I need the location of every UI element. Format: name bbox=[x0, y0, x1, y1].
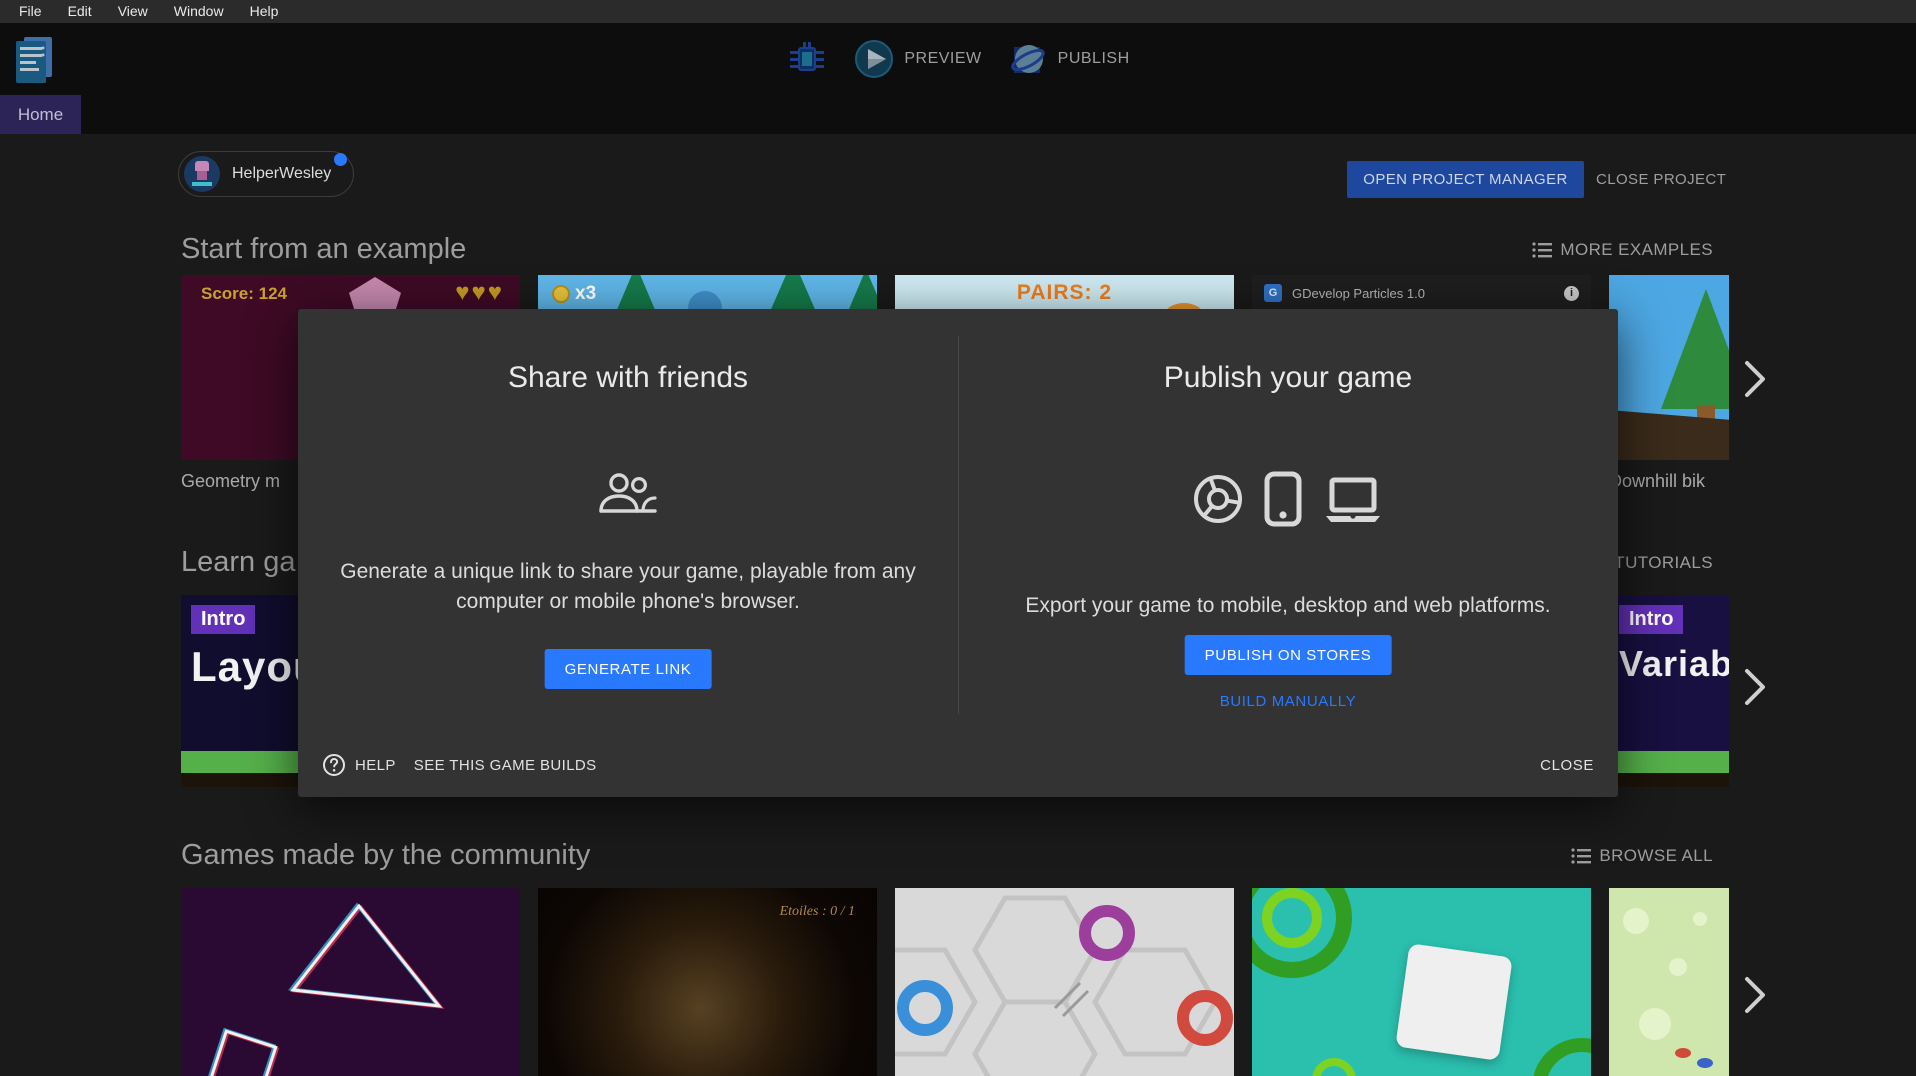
examples-section-header: Start from an example MORE EXAMPLES bbox=[181, 233, 1713, 266]
info-icon: i bbox=[1564, 286, 1579, 301]
menu-window[interactable]: Window bbox=[161, 0, 237, 23]
play-circle-icon bbox=[854, 39, 894, 79]
white-square bbox=[1395, 943, 1512, 1060]
close-project-button[interactable]: CLOSE PROJECT bbox=[1596, 161, 1726, 198]
menu-help[interactable]: Help bbox=[237, 0, 292, 23]
menu-file[interactable]: File bbox=[6, 0, 55, 23]
see-builds-button[interactable]: SEE THIS GAME BUILDS bbox=[414, 757, 597, 774]
community-card-etoiles[interactable]: Etoiles : 0 / 1 bbox=[538, 888, 877, 1076]
learn-title: Learn ga bbox=[181, 546, 296, 579]
share-dialog: Share with friends Generate a unique lin… bbox=[298, 309, 1618, 797]
preview-label: PREVIEW bbox=[904, 50, 981, 68]
toolbar-center-group: PREVIEW PUBLISH bbox=[0, 23, 1916, 95]
ground-strip bbox=[1609, 773, 1729, 787]
gdevelop-window: File Edit View Window Help bbox=[0, 0, 1916, 1076]
community-card-row: Etoiles : 0 / 1 bbox=[181, 888, 1729, 1076]
menu-view[interactable]: View bbox=[105, 0, 161, 23]
publish-title: Publish your game bbox=[958, 361, 1618, 395]
publish-globe-icon bbox=[1008, 39, 1048, 79]
help-icon bbox=[322, 753, 346, 777]
publish-column: Publish your game bbox=[958, 309, 1618, 729]
more-examples-button[interactable]: MORE EXAMPLES bbox=[1532, 240, 1713, 260]
share-column: Share with friends Generate a unique lin… bbox=[298, 309, 958, 729]
more-examples-label: MORE EXAMPLES bbox=[1560, 240, 1713, 260]
pairs-hud: PAIRS: 2 bbox=[895, 281, 1234, 305]
community-card-hexagons[interactable] bbox=[895, 888, 1234, 1076]
community-card-bubbles[interactable] bbox=[1609, 888, 1729, 1076]
debug-icon[interactable] bbox=[786, 38, 828, 80]
dialog-footer: HELP SEE THIS GAME BUILDS CLOSE bbox=[322, 749, 1594, 781]
hearts-hud: ♥♥♥ bbox=[455, 279, 504, 307]
username-label: HelperWesley bbox=[232, 165, 331, 183]
chrome-icon bbox=[1192, 473, 1244, 525]
learn-card-variables[interactable]: Intro Variab +1 bbox=[1609, 595, 1729, 787]
community-card-neon[interactable] bbox=[181, 888, 520, 1076]
menu-edit[interactable]: Edit bbox=[55, 0, 105, 23]
green-ring bbox=[1532, 1038, 1591, 1076]
help-button[interactable]: HELP bbox=[322, 753, 396, 777]
tree-shape bbox=[1661, 289, 1729, 409]
community-next-arrow[interactable] bbox=[1738, 973, 1772, 1017]
publish-label: PUBLISH bbox=[1058, 50, 1130, 68]
community-section-header: Games made by the community BROWSE ALL bbox=[181, 839, 1713, 872]
browser-bar: G GDevelop Particles 1.0 i bbox=[1252, 275, 1591, 311]
user-chip[interactable]: HelperWesley bbox=[178, 151, 354, 197]
intro-tag: Intro bbox=[191, 605, 255, 634]
neon-shapes bbox=[181, 888, 520, 1076]
blue-fish bbox=[1697, 1058, 1713, 1068]
build-manually-link[interactable]: BUILD MANUALLY bbox=[958, 693, 1618, 710]
people-icon bbox=[597, 471, 659, 517]
intro-tag: Intro bbox=[1619, 605, 1683, 634]
notification-dot bbox=[334, 153, 347, 166]
caption-downhill: Downhill bik bbox=[1609, 471, 1705, 492]
coin-icon bbox=[552, 285, 570, 303]
particles-title: GDevelop Particles 1.0 bbox=[1292, 286, 1554, 301]
publish-on-stores-button[interactable]: PUBLISH ON STORES bbox=[1185, 635, 1392, 675]
avatar bbox=[184, 156, 220, 192]
coin-hud: x3 bbox=[552, 283, 596, 305]
lime-ring bbox=[1312, 1058, 1356, 1076]
publish-button[interactable]: PUBLISH bbox=[1008, 39, 1130, 79]
tutorials-button[interactable]: TUTORIALS bbox=[1614, 553, 1713, 573]
main-toolbar: PREVIEW PUBLISH bbox=[0, 23, 1916, 95]
browse-all-button[interactable]: BROWSE ALL bbox=[1571, 846, 1713, 866]
community-title: Games made by the community bbox=[181, 839, 590, 872]
list-icon bbox=[1571, 848, 1591, 864]
examples-title: Start from an example bbox=[181, 233, 466, 266]
coin-count: x3 bbox=[575, 283, 596, 305]
publish-description: Export your game to mobile, desktop and … bbox=[973, 591, 1603, 621]
laptop-icon bbox=[1322, 474, 1384, 524]
variables-word: Variab bbox=[1619, 643, 1729, 685]
red-fish bbox=[1675, 1048, 1691, 1058]
preview-button[interactable]: PREVIEW bbox=[854, 39, 981, 79]
learn-next-arrow[interactable] bbox=[1738, 665, 1772, 709]
menu-bar: File Edit View Window Help bbox=[0, 0, 1916, 23]
open-project-manager-button[interactable]: OPEN PROJECT MANAGER bbox=[1347, 161, 1584, 198]
score-hud: Score: 124 bbox=[201, 284, 287, 304]
smartphone-icon bbox=[1264, 471, 1302, 527]
see-builds-label: SEE THIS GAME BUILDS bbox=[414, 757, 597, 774]
generate-link-button[interactable]: GENERATE LINK bbox=[545, 649, 712, 689]
lime-ring bbox=[1262, 888, 1322, 948]
tutorials-label: TUTORIALS bbox=[1614, 553, 1713, 573]
hexagon-pattern bbox=[895, 888, 1234, 1076]
community-card-rings[interactable] bbox=[1252, 888, 1591, 1076]
stars-hud: Etoiles : 0 / 1 bbox=[780, 904, 855, 920]
tab-bar: Home bbox=[0, 95, 1916, 134]
share-description: Generate a unique link to share your gam… bbox=[313, 557, 943, 618]
list-icon bbox=[1532, 242, 1552, 258]
examples-next-arrow[interactable] bbox=[1738, 357, 1772, 401]
share-title: Share with friends bbox=[298, 361, 958, 395]
help-label: HELP bbox=[355, 757, 396, 774]
close-dialog-button[interactable]: CLOSE bbox=[1540, 757, 1594, 774]
gdevelop-logo-icon: G bbox=[1264, 284, 1282, 302]
tab-home[interactable]: Home bbox=[0, 95, 81, 134]
example-card-downhill[interactable] bbox=[1609, 275, 1729, 460]
caption-geometry: Geometry m bbox=[181, 471, 280, 492]
browse-all-label: BROWSE ALL bbox=[1599, 846, 1713, 866]
grass-strip bbox=[1609, 751, 1729, 773]
